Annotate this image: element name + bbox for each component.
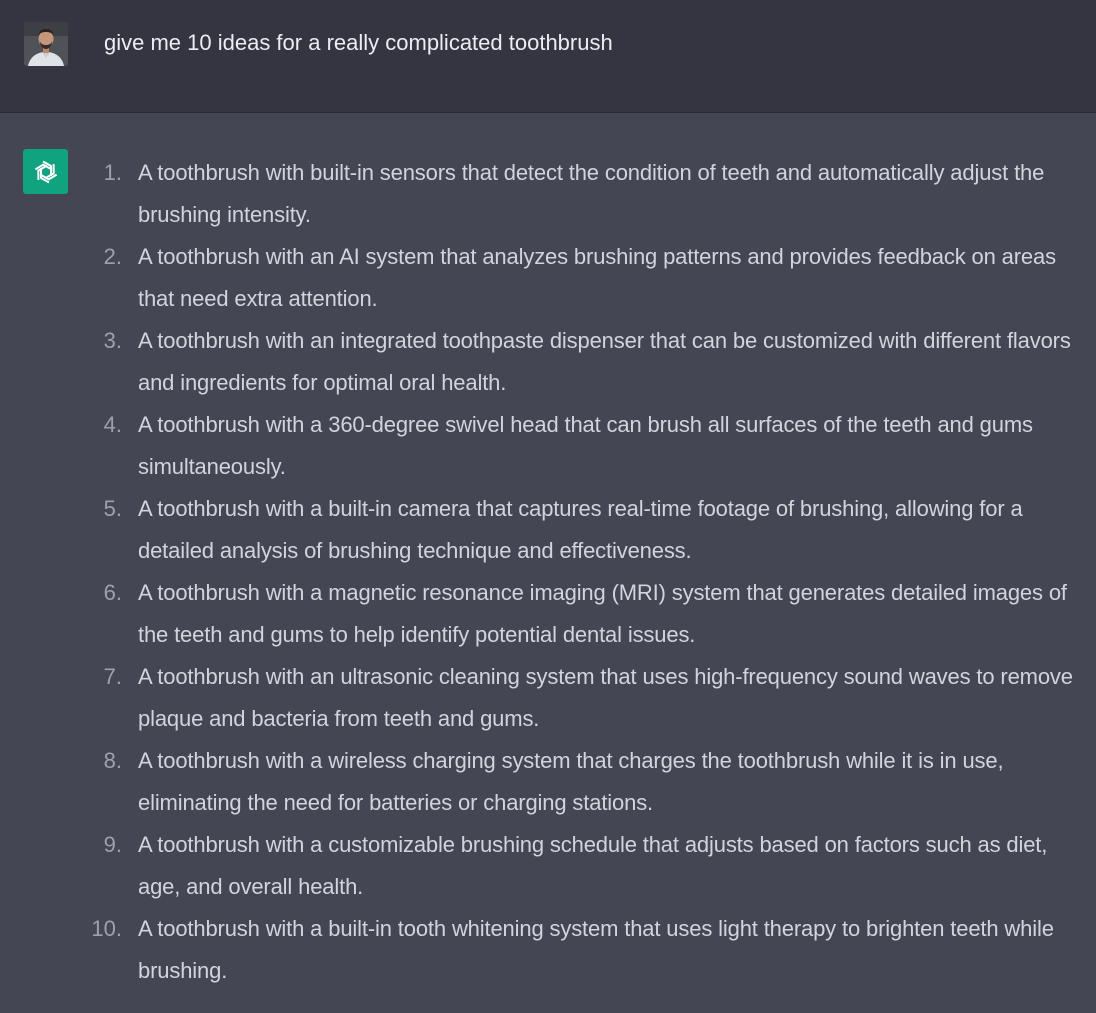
list-item-text: A toothbrush with a customizable brushin… [138,832,1048,899]
ideas-list: 1. A toothbrush with built-in sensors th… [0,152,1096,992]
list-item: 7. A toothbrush with an ultrasonic clean… [0,656,1096,740]
list-item-text: A toothbrush with an AI system that anal… [138,244,1056,311]
list-item-number: 9. [103,832,122,857]
list-item-number: 1. [103,160,122,185]
list-item: 4. A toothbrush with a 360-degree swivel… [0,404,1096,488]
list-item-text: A toothbrush with a wireless charging sy… [138,748,1004,815]
list-item-text: A toothbrush with a 360-degree swivel he… [138,412,1033,479]
list-item: 6. A toothbrush with a magnetic resonanc… [0,572,1096,656]
list-item-text: A toothbrush with an integrated toothpas… [138,328,1071,395]
list-item-text: A toothbrush with a magnetic resonance i… [138,580,1067,647]
list-item-number: 6. [103,580,122,605]
list-item-number: 4. [103,412,122,437]
list-item: 8. A toothbrush with a wireless charging… [0,740,1096,824]
list-item-text: A toothbrush with built-in sensors that … [138,160,1045,227]
list-item-number: 5. [103,496,122,521]
assistant-message-row: 1. A toothbrush with built-in sensors th… [0,113,1096,1013]
list-item: 9. A toothbrush with a customizable brus… [0,824,1096,908]
user-photo-avatar [24,22,68,66]
list-item: 10. A toothbrush with a built-in tooth w… [0,908,1096,992]
list-item: 5. A toothbrush with a built-in camera t… [0,488,1096,572]
list-item: 2. A toothbrush with an AI system that a… [0,236,1096,320]
user-message-text: give me 10 ideas for a really complicate… [104,30,613,55]
list-item-number: 10. [91,916,122,941]
list-item-number: 8. [103,748,122,773]
list-item: 1. A toothbrush with built-in sensors th… [0,152,1096,236]
list-item-number: 2. [103,244,122,269]
list-item: 3. A toothbrush with an integrated tooth… [0,320,1096,404]
list-item-text: A toothbrush with an ultrasonic cleaning… [138,664,1073,731]
list-item-text: A toothbrush with a built-in tooth white… [138,916,1054,983]
user-message-row: give me 10 ideas for a really complicate… [0,0,1096,113]
list-item-number: 7. [103,664,122,689]
list-item-number: 3. [103,328,122,353]
user-avatar [24,22,68,66]
list-item-text: A toothbrush with a built-in camera that… [138,496,1023,563]
